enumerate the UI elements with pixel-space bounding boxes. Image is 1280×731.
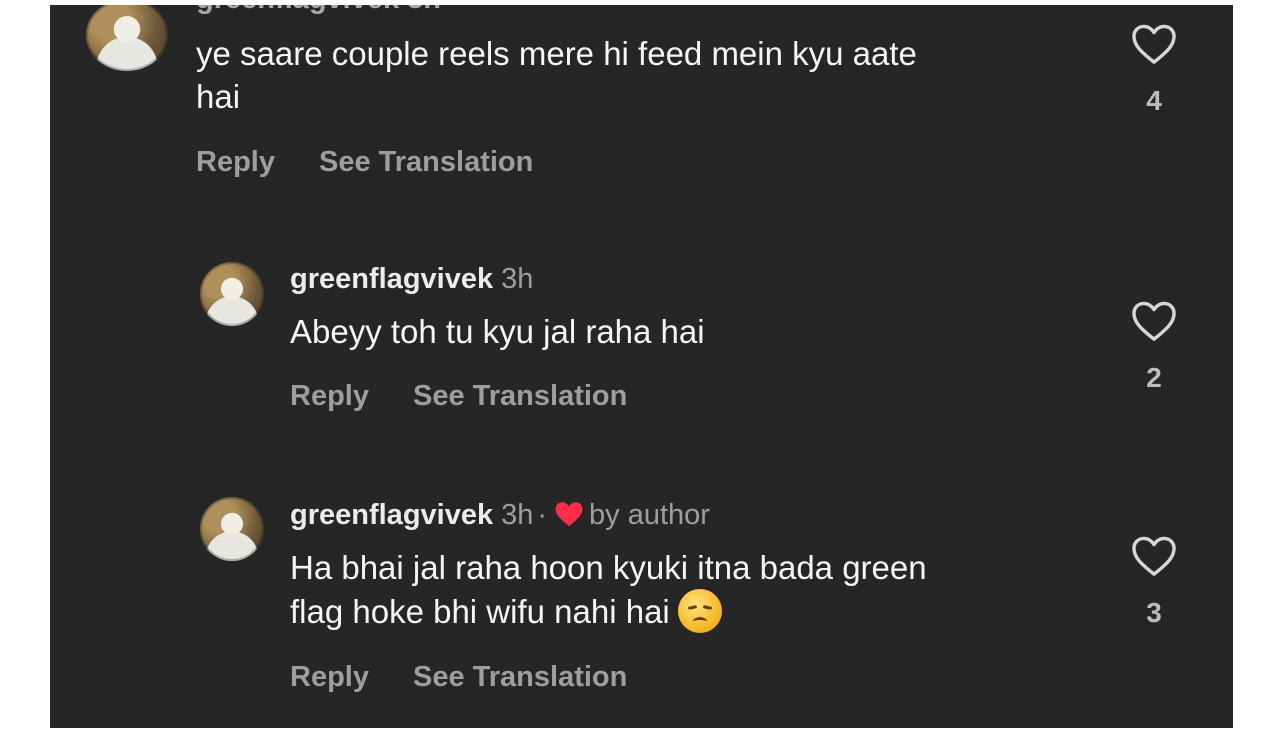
see-translation-button[interactable]: See Translation — [413, 661, 627, 693]
comment-username[interactable]: greenflagvivek — [290, 499, 493, 531]
reply-button[interactable]: Reply — [290, 661, 369, 693]
comments-panel: greenflagvivek 3h ye saare couple reels … — [50, 5, 1233, 728]
comment-actions: Reply See Translation — [290, 380, 627, 413]
heart-filled-icon — [553, 500, 585, 536]
comment-text: Abeyy toh tu kyu jal raha hai — [290, 313, 705, 350]
like-button[interactable]: 2 — [1124, 300, 1184, 394]
comment-actions: Reply See Translation — [196, 146, 533, 179]
avatar[interactable] — [86, 5, 168, 71]
reply-button[interactable]: Reply — [290, 380, 369, 412]
comment-header: greenflagvivek 3h — [290, 263, 533, 296]
see-translation-button[interactable]: See Translation — [413, 380, 627, 412]
heart-outline-icon — [1132, 301, 1176, 341]
liked-by-author-label: by author — [589, 499, 710, 531]
comment-username[interactable]: greenflagvivek — [290, 263, 493, 295]
separator-dot: · — [537, 499, 548, 531]
like-button[interactable]: 3 — [1124, 535, 1184, 629]
comment-text: ye saare couple reels mere hi feed mein … — [196, 35, 917, 115]
heart-outline-icon — [1132, 536, 1176, 576]
avatar[interactable] — [200, 262, 264, 326]
pensive-face-emoji — [677, 589, 722, 633]
comment-time: 3h — [501, 263, 534, 295]
reply-button[interactable]: Reply — [196, 146, 275, 178]
comment-actions: Reply See Translation — [290, 661, 627, 694]
comment-username[interactable]: greenflagvivek 3h — [196, 5, 441, 16]
comment-text: Ha bhai jal raha hoon kyuki itna bada gr… — [290, 546, 927, 633]
like-button[interactable]: 4 — [1124, 23, 1184, 117]
like-count: 2 — [1146, 362, 1162, 393]
like-count: 4 — [1146, 85, 1162, 116]
like-count: 3 — [1146, 597, 1162, 628]
heart-outline-icon — [1132, 24, 1176, 64]
comment-header: greenflagvivek 3h · by author — [290, 499, 710, 536]
comment-time: 3h — [501, 499, 534, 531]
avatar[interactable] — [200, 497, 264, 561]
see-translation-button[interactable]: See Translation — [319, 146, 533, 178]
